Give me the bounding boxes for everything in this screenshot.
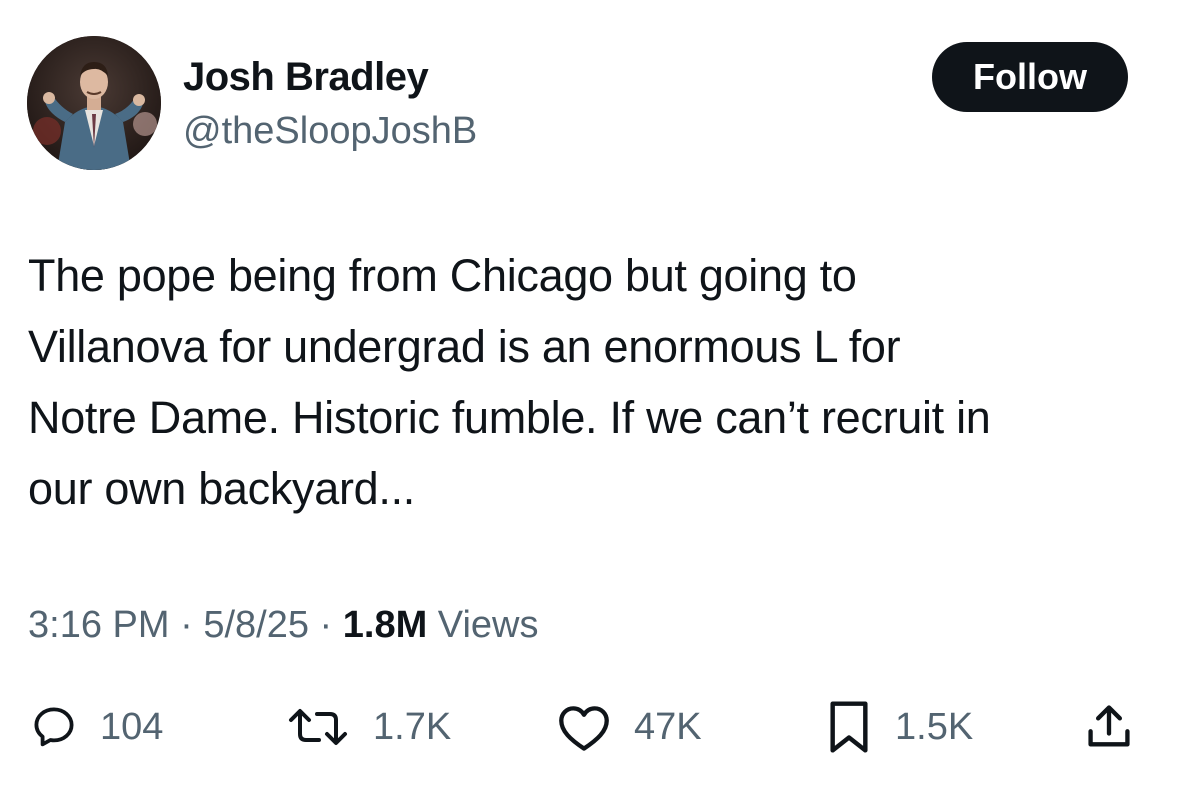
repost-count: 1.7K (373, 706, 452, 748)
reply-icon (34, 707, 74, 747)
like-count: 47K (634, 706, 702, 748)
tweet-meta: 3:16 PM · 5/8/25 · 1.8M Views (28, 600, 538, 650)
repost-icon (289, 709, 347, 745)
tweet-text-line: Notre Dame. Historic fumble. If we can’t… (28, 392, 991, 443)
avatar[interactable] (27, 36, 161, 170)
tweet-time[interactable]: 3:16 PM (28, 604, 170, 646)
meta-separator: · (180, 604, 193, 646)
heart-icon (559, 706, 609, 751)
share-button[interactable] (1083, 692, 1135, 762)
tweet-card: Josh Bradley @theSloopJoshB Follow The p… (0, 0, 1179, 797)
display-name[interactable]: Josh Bradley (183, 52, 429, 102)
like-button[interactable]: 47K (556, 692, 702, 762)
tweet-text-line: our own backyard... (28, 463, 415, 514)
tweet-date[interactable]: 5/8/25 (203, 604, 309, 646)
share-icon (1088, 705, 1130, 747)
views-count[interactable]: 1.8M (343, 604, 427, 646)
user-handle[interactable]: @theSloopJoshB (183, 107, 477, 155)
bookmark-button[interactable]: 1.5K (825, 692, 973, 762)
repost-button[interactable]: 1.7K (285, 692, 451, 762)
bookmark-count: 1.5K (895, 706, 974, 748)
follow-button[interactable]: Follow (932, 42, 1128, 112)
tweet-text-line: Villanova for undergrad is an enormous L… (28, 321, 901, 372)
reply-count: 104 (100, 706, 164, 748)
tweet-text: The pope being from Chicago but going to… (28, 240, 1163, 524)
meta-separator: · (319, 604, 333, 646)
action-bar: 104 1.7K 47K 1.5K (0, 692, 1179, 762)
views-label[interactable]: Views (438, 604, 539, 646)
tweet-text-line: The pope being from Chicago but going to (28, 250, 857, 301)
bookmark-icon (830, 701, 868, 753)
avatar-photo (27, 36, 161, 170)
reply-button[interactable]: 104 (30, 692, 163, 762)
